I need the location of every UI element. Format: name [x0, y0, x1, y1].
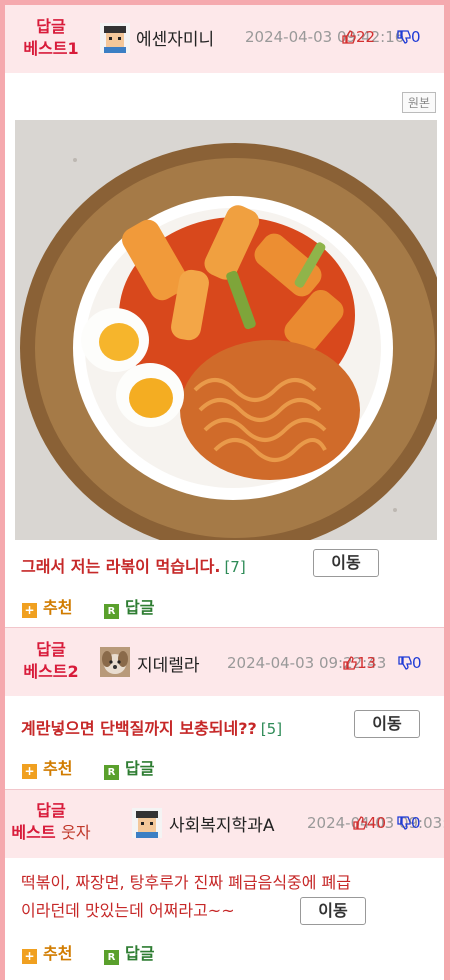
r-icon: R: [104, 604, 119, 619]
content-text: 그래서 저는 라볶이 먹습니다.: [21, 557, 221, 576]
recommend-label: 추천: [43, 944, 73, 963]
upvote-value: 13: [357, 654, 377, 672]
post-date: 2024-04-03 09:42:16: [245, 28, 405, 46]
rank-line-2: 베스트2: [23, 662, 79, 681]
rank-line-2: 베스트: [11, 823, 56, 842]
reply-button[interactable]: R 답글: [104, 594, 154, 619]
rabokki-photo[interactable]: [15, 120, 437, 540]
upvote-count[interactable]: 40: [353, 814, 386, 832]
post-header: 답글 베스트2 지데렐라 2024-04-03 09:22:43 13 0: [5, 628, 444, 696]
rank-label: 답글 베스트2: [5, 639, 97, 683]
content-line-1: 떡볶이, 짜장면, 탕후루가 진짜 폐급음식중에 폐급: [21, 873, 352, 892]
best-replies-panel: 답글 베스트1 에센자미니 2024-04-03 09:42:16 22 0 원…: [5, 5, 444, 980]
avatar[interactable]: [132, 808, 162, 838]
rank-category: 웃자: [61, 823, 91, 842]
rank-line-1: 답글: [36, 640, 66, 659]
downvote-value: 0: [412, 654, 422, 672]
rank-line-2: 베스트1: [23, 39, 79, 58]
avatar[interactable]: [100, 23, 130, 53]
thumb-up-icon: [342, 30, 356, 44]
upvote-value: 40: [367, 814, 387, 832]
rank-label: 답글 베스트 웃자: [5, 800, 97, 844]
recommend-label: 추천: [43, 598, 73, 617]
upvote-count[interactable]: 13: [343, 654, 376, 672]
nickname[interactable]: 사회복지학과A: [169, 811, 274, 836]
post-content: 그래서 저는 라볶이 먹습니다. [7]: [21, 553, 246, 577]
rank-label: 답글 베스트1: [5, 16, 97, 60]
move-button[interactable]: 이동: [300, 897, 366, 925]
recommend-button[interactable]: + 추천: [22, 940, 72, 964]
reply-button[interactable]: R 답글: [104, 940, 154, 965]
r-icon: R: [104, 950, 119, 965]
rank-line-1: 답글: [36, 801, 66, 820]
post-content: 떡볶이, 짜장면, 탕후루가 진짜 폐급음식중에 폐급 이라던데 맛있는데 어쩌…: [21, 869, 441, 925]
avatar[interactable]: [100, 647, 130, 677]
downvote-count[interactable]: 0: [398, 654, 422, 672]
post-content: 계란넣으면 단백질까지 보충되네?? [5]: [21, 715, 282, 739]
content-line-2: 이라던데 맛있는데 어쩌라고~~: [21, 901, 235, 920]
nickname[interactable]: 에센자미니: [136, 25, 214, 50]
upvote-value: 22: [356, 28, 376, 46]
downvote-count[interactable]: 0: [397, 814, 421, 832]
content-text: 계란넣으면 단백질까지 보충되네??: [21, 719, 257, 738]
nickname[interactable]: 지데렐라: [137, 651, 200, 676]
thumb-down-icon: [397, 816, 411, 830]
reply-button[interactable]: R 답글: [104, 755, 154, 780]
move-button[interactable]: 이동: [313, 549, 379, 577]
thumb-up-icon: [343, 656, 357, 670]
recommend-button[interactable]: + 추천: [22, 755, 72, 779]
comment-count[interactable]: [5]: [261, 720, 282, 738]
thumb-down-icon: [398, 656, 412, 670]
post-header: 답글 베스트1 에센자미니 2024-04-03 09:42:16 22 0: [5, 5, 444, 73]
plus-icon: +: [22, 949, 37, 964]
downvote-value: 0: [411, 814, 421, 832]
post-header: 답글 베스트 웃자 사회복지학과A 2024-04-03 09:03: 40 0: [5, 790, 444, 858]
rank-line-1: 답글: [36, 17, 66, 36]
original-image-button[interactable]: 원본: [401, 92, 436, 113]
downvote-value: 0: [411, 28, 421, 46]
recommend-button[interactable]: + 추천: [22, 594, 72, 618]
upvote-count[interactable]: 22: [342, 28, 375, 46]
move-button[interactable]: 이동: [354, 710, 420, 738]
plus-icon: +: [22, 764, 37, 779]
recommend-label: 추천: [43, 759, 73, 778]
r-icon: R: [104, 765, 119, 780]
downvote-count[interactable]: 0: [397, 28, 421, 46]
reply-label: 답글: [125, 598, 155, 617]
plus-icon: +: [22, 603, 37, 618]
reply-label: 답글: [125, 944, 155, 963]
thumb-up-icon: [353, 816, 367, 830]
comment-count[interactable]: [7]: [224, 558, 245, 576]
thumb-down-icon: [397, 30, 411, 44]
reply-label: 답글: [125, 759, 155, 778]
